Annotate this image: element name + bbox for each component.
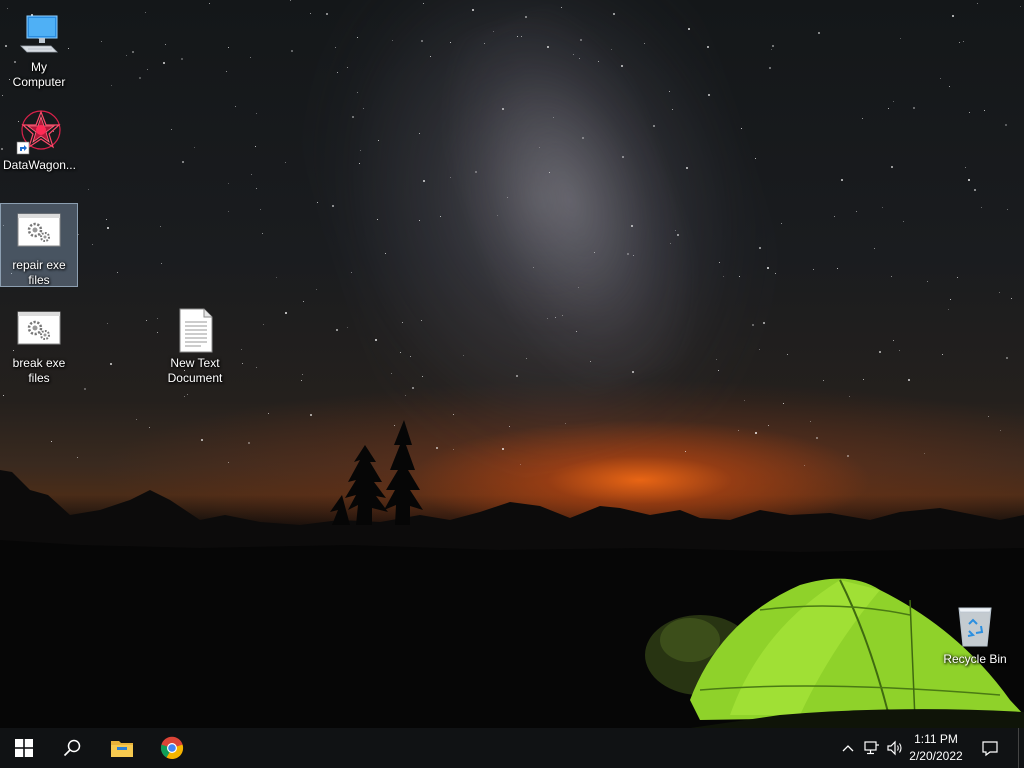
new-text-document-icon-tile[interactable]: New Text Document	[157, 302, 233, 389]
gear-script-icon	[15, 208, 63, 256]
action-center-button[interactable]	[980, 738, 1000, 758]
network-button[interactable]	[862, 738, 882, 758]
chrome-icon	[160, 736, 184, 760]
show-hidden-icons-button[interactable]	[838, 738, 858, 758]
windows-logo-icon	[15, 739, 33, 757]
recycle-bin-icon	[951, 602, 999, 650]
file-explorer-icon	[111, 741, 133, 757]
datawagon-label: DataWagon...	[3, 158, 76, 172]
repair-exe-files-label: repair exe files	[12, 258, 66, 287]
search-button[interactable]	[48, 728, 96, 768]
recycle-bin-icon-tile[interactable]: Recycle Bin	[937, 598, 1013, 670]
datawagon-app-icon	[15, 108, 63, 156]
network-icon	[864, 741, 879, 755]
file-explorer-taskbar-button[interactable]	[98, 728, 146, 768]
datawagon-shortcut[interactable]: DataWagon...	[1, 104, 77, 176]
my-computer-label: My Computer	[12, 60, 66, 89]
computer-monitor-icon	[15, 10, 63, 58]
break-exe-files-label: break exe files	[12, 356, 66, 385]
desktop-wallpaper[interactable]: My Computer DataWagon... repair exe file…	[0, 0, 1024, 728]
repair-exe-files-icon-tile[interactable]: repair exe files	[0, 203, 78, 287]
gear-script-icon	[15, 306, 63, 354]
my-computer-icon-tile[interactable]: My Computer	[1, 6, 77, 93]
text-document-icon	[171, 306, 219, 354]
recycle-bin-label: Recycle Bin	[943, 652, 1007, 666]
clock-time: 1:11 PM	[914, 732, 958, 746]
break-exe-files-icon-tile[interactable]: break exe files	[1, 302, 77, 389]
taskbar: 1:11 PM 2/20/2022	[0, 728, 1024, 768]
clock-date: 2/20/2022	[909, 749, 963, 763]
start-button[interactable]	[0, 728, 48, 768]
chrome-taskbar-button[interactable]	[148, 728, 196, 768]
chevron-up-icon	[842, 745, 854, 752]
clock[interactable]: 1:11 PM 2/20/2022	[900, 731, 972, 765]
tent-foreground	[645, 578, 1024, 728]
new-text-document-label: New Text Document	[167, 356, 223, 385]
search-icon	[63, 739, 81, 757]
show-desktop-button[interactable]	[1018, 728, 1024, 768]
notification-icon	[982, 741, 998, 757]
